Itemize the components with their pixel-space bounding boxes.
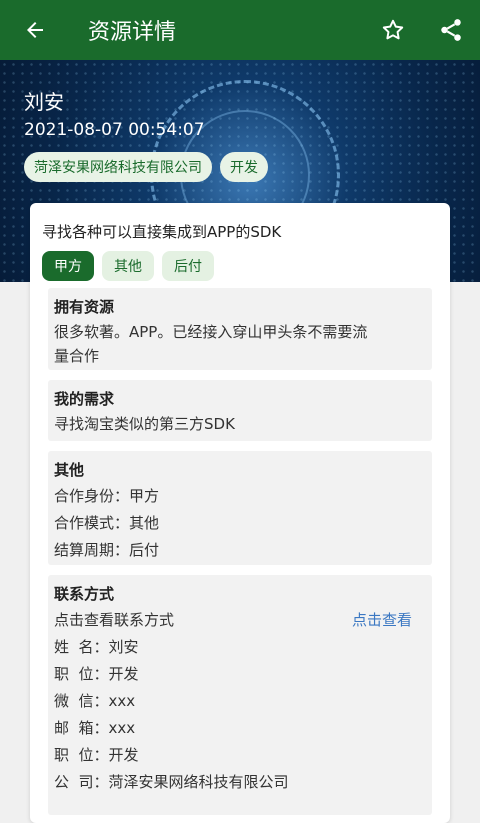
contact-prompt-row: 点击查看联系方式 点击查看	[54, 607, 426, 634]
publisher-tags: 菏泽安果网络科技有限公司 开发	[24, 152, 268, 182]
contact-row: 职 位：开发	[54, 665, 139, 683]
chip-party: 甲方	[42, 251, 94, 281]
favorite-button[interactable]	[364, 0, 422, 60]
role-tag: 开发	[220, 152, 268, 182]
contact-row: 姓 名：刘安	[54, 638, 139, 656]
arrow-left-icon	[27, 22, 43, 38]
share-button[interactable]	[422, 0, 480, 60]
contact-row: 公 司：菏泽安果网络科技有限公司	[54, 773, 289, 791]
publish-time: 2021-08-07 00:54:07	[24, 120, 205, 140]
section-heading: 拥有资源	[54, 298, 115, 316]
share-icon	[441, 19, 461, 41]
company-tag: 菏泽安果网络科技有限公司	[24, 152, 212, 182]
section-heading: 联系方式	[54, 585, 115, 603]
contact-row: 微 信：xxx	[54, 692, 136, 710]
other-row: 结算周期：后付	[54, 541, 160, 559]
resources-section: 拥有资源 很多软著。APP。已经接入穿山甲头条不需要流 量合作	[48, 288, 432, 370]
contact-row: 邮 箱：xxx	[54, 719, 136, 737]
star-outline-icon	[382, 19, 404, 40]
resource-card: 寻找各种可以直接集成到APP的SDK 甲方 其他 后付 拥有资源 很多软著。AP…	[30, 203, 450, 823]
resources-text: 量合作	[54, 347, 100, 365]
chip-settlement: 后付	[162, 251, 214, 281]
section-heading: 其他	[54, 461, 85, 479]
view-contact-link[interactable]: 点击查看	[352, 607, 412, 634]
publisher-name: 刘安	[24, 90, 64, 114]
contact-prompt: 点击查看联系方式	[54, 611, 175, 629]
page-title: 资源详情	[88, 20, 177, 45]
needs-section: 我的需求 寻找淘宝类似的第三方SDK	[48, 380, 432, 441]
chip-mode: 其他	[102, 251, 154, 281]
needs-text: 寻找淘宝类似的第三方SDK	[54, 415, 235, 433]
resource-headline: 寻找各种可以直接集成到APP的SDK	[42, 223, 282, 241]
other-row: 合作身份：甲方	[54, 487, 160, 505]
other-row: 合作模式：其他	[54, 514, 160, 532]
contact-section: 联系方式 点击查看联系方式 点击查看 姓 名：刘安 职 位：开发 微 信：xxx…	[48, 575, 432, 815]
contact-row: 职 位：开发	[54, 746, 139, 764]
resources-text: 很多软著。APP。已经接入穿山甲头条不需要流	[54, 323, 368, 341]
section-heading: 我的需求	[54, 390, 115, 408]
other-section: 其他 合作身份：甲方 合作模式：其他 结算周期：后付	[48, 451, 432, 565]
resource-chips: 甲方 其他 后付	[42, 251, 214, 281]
back-button[interactable]	[0, 0, 70, 60]
app-bar: 资源详情	[0, 0, 480, 60]
